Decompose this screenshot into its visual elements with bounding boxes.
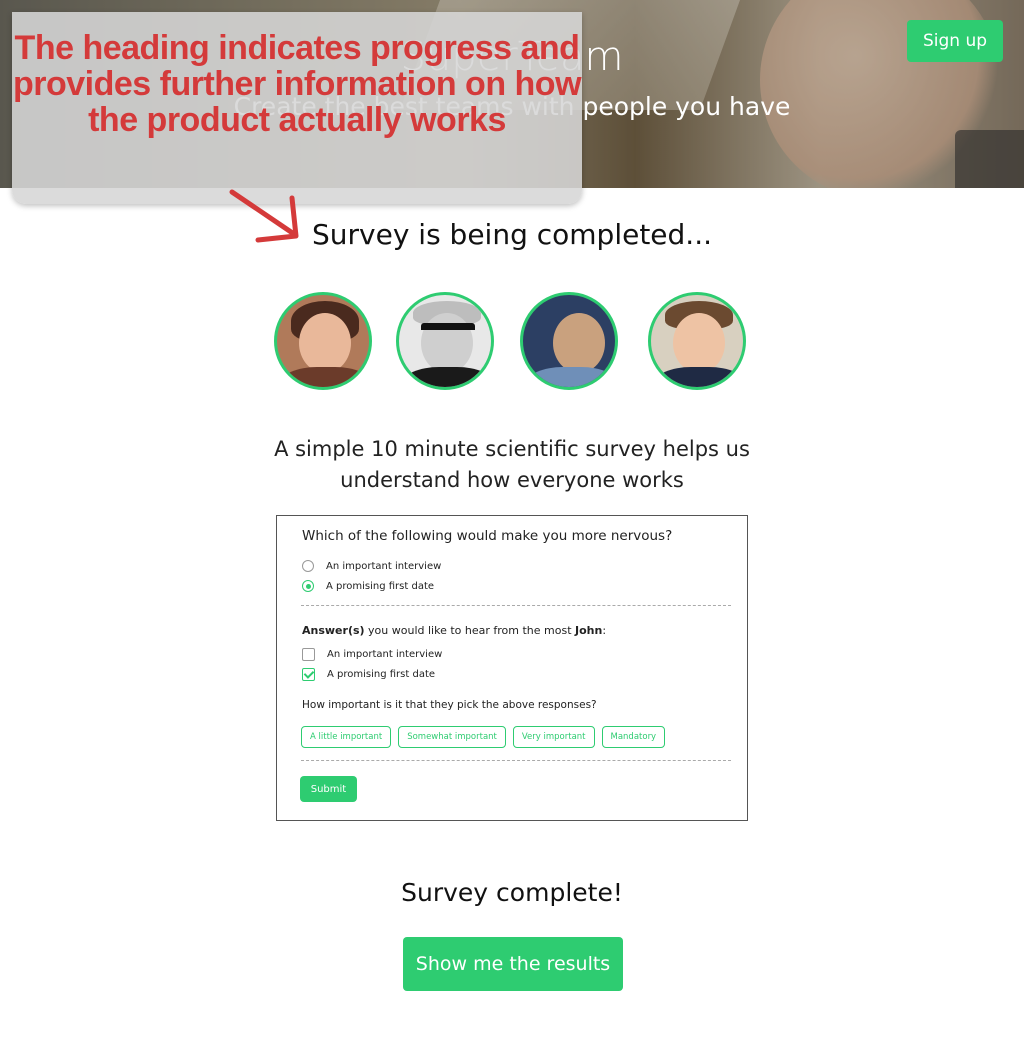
q1-option-2[interactable]: A promising first date: [302, 580, 434, 592]
survey-card: Which of the following would make you mo…: [276, 515, 748, 821]
radio-button[interactable]: [302, 560, 314, 572]
participant-avatars: [0, 292, 1024, 396]
question-3: How important is it that they pick the a…: [302, 699, 597, 711]
submit-button[interactable]: Submit: [300, 776, 357, 802]
q2-option-1[interactable]: An important interview: [302, 648, 442, 661]
show-results-button[interactable]: Show me the results: [403, 937, 623, 991]
checkbox[interactable]: [302, 648, 315, 661]
importance-very[interactable]: Very important: [512, 726, 595, 748]
annotation-text: The heading indicates progress and provi…: [12, 29, 582, 139]
annotation-callout: The heading indicates progress and provi…: [12, 12, 582, 204]
survey-complete-heading: Survey complete!: [401, 878, 623, 907]
progress-heading: Survey is being completed...: [311, 218, 713, 251]
question-2: Answer(s) you would like to hear from th…: [302, 624, 607, 637]
importance-a-little[interactable]: A little important: [301, 726, 392, 748]
survey-intro: A simple 10 minute scientific survey hel…: [274, 437, 750, 492]
signup-button[interactable]: Sign up: [907, 20, 1003, 62]
divider: [301, 760, 731, 761]
checkbox-checked[interactable]: [302, 668, 315, 681]
avatar: [520, 292, 618, 390]
avatar: [274, 292, 372, 390]
importance-options: A little important Somewhat important Ve…: [301, 726, 666, 748]
question-1: Which of the following would make you mo…: [302, 528, 673, 544]
importance-somewhat[interactable]: Somewhat important: [398, 726, 506, 748]
radio-button-selected[interactable]: [302, 580, 314, 592]
avatar: [396, 292, 494, 390]
avatar: [648, 292, 746, 390]
q1-option-1[interactable]: An important interview: [302, 560, 441, 572]
divider: [301, 605, 731, 606]
q2-option-2[interactable]: A promising first date: [302, 668, 435, 681]
importance-mandatory[interactable]: Mandatory: [601, 726, 666, 748]
